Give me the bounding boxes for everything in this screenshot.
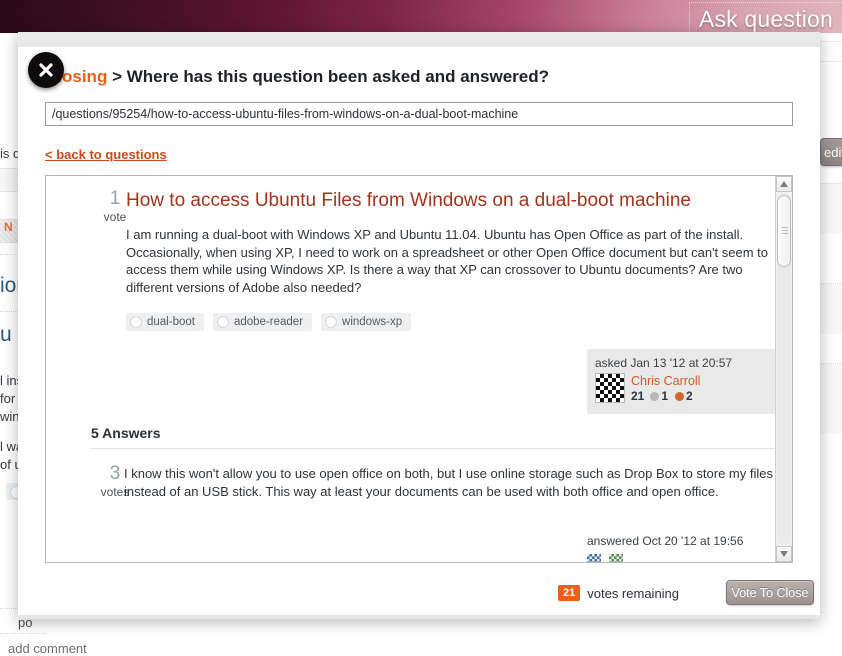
tag-label: windows-xp xyxy=(342,316,402,328)
close-question-dialog: Closing > Where has this question been a… xyxy=(18,32,820,619)
bg-r-greybar-2 xyxy=(818,284,842,334)
tag-windows-xp[interactable]: windows-xp xyxy=(321,313,411,331)
scrollbar-grip-icon xyxy=(782,227,788,234)
question-asked-timestamp: asked Jan 13 '12 at 20:57 xyxy=(595,355,774,371)
bronze-badge-count: 2 xyxy=(686,389,693,404)
tag-adobe-reader[interactable]: adobe-reader xyxy=(213,313,312,331)
silver-badge-count: 1 xyxy=(661,389,668,404)
question-title-link[interactable]: How to access Ubuntu Files from Windows … xyxy=(126,190,691,212)
scroll-up-arrow-icon[interactable] xyxy=(776,176,792,192)
bg-fragment-add-comment[interactable]: add comment xyxy=(0,641,120,656)
bg-divider-6 xyxy=(0,633,46,634)
asker-meta: Chris Carroll 21 1 2 xyxy=(631,373,700,404)
answers-divider xyxy=(91,448,777,449)
bg-r-divider-2 xyxy=(818,61,842,62)
asker-identity-row: Chris Carroll 21 1 2 xyxy=(595,373,774,404)
silver-badge-icon xyxy=(650,392,659,401)
tag-circle-icon xyxy=(130,316,142,328)
scroll-content: 1 vote How to access Ubuntu Files from W… xyxy=(46,176,777,562)
bronze-badge-icon xyxy=(675,392,684,401)
edit-button[interactable]: edit xyxy=(820,138,842,166)
scroll-down-arrow-icon[interactable] xyxy=(776,546,792,562)
tag-circle-icon xyxy=(217,316,229,328)
tag-circle-icon xyxy=(325,316,337,328)
background-right-fragments: edit xyxy=(818,33,842,651)
vote-to-close-button[interactable]: Vote To Close xyxy=(726,580,814,605)
bg-r-greybar-1 xyxy=(818,184,842,234)
question-tag-list: dual-boot adobe-reader windows-xp xyxy=(126,313,411,331)
scrollbar[interactable] xyxy=(775,176,792,562)
votes-remaining-badge: 21 xyxy=(558,585,580,601)
answerer-avatar-partial xyxy=(587,554,601,562)
answerer-avatar-partial-2 xyxy=(609,554,623,562)
scrollbar-thumb[interactable] xyxy=(777,195,791,267)
duplicate-question-scroll-panel: 1 vote How to access Ubuntu Files from W… xyxy=(45,175,793,563)
tag-dual-boot[interactable]: dual-boot xyxy=(126,313,204,331)
question-asker-card: asked Jan 13 '12 at 20:57 Chris Carroll … xyxy=(587,349,777,414)
votes-remaining-label: votes remaining xyxy=(587,586,679,601)
answers-heading: 5 Answers xyxy=(91,425,161,441)
back-to-questions-link[interactable]: < back to questions xyxy=(45,147,167,162)
asker-reputation: 21 xyxy=(631,389,644,404)
asker-reputation-row: 21 1 2 xyxy=(631,389,700,404)
dialog-bottom-bar xyxy=(18,615,820,619)
tag-label: dual-boot xyxy=(147,316,195,328)
dialog-top-bar xyxy=(18,32,820,47)
avatar xyxy=(595,373,625,403)
dialog-title-rest: > Where has this question been asked and… xyxy=(112,67,549,86)
question-url-input[interactable] xyxy=(45,102,793,126)
asker-name-link[interactable]: Chris Carroll xyxy=(631,374,700,388)
close-icon[interactable] xyxy=(28,52,64,88)
answer-body: I know this won't allow you to use open … xyxy=(124,465,777,500)
bg-r-divider-1 xyxy=(818,41,842,42)
question-body: I am running a dual-boot with Windows XP… xyxy=(126,226,771,296)
tag-label: adobe-reader xyxy=(234,316,303,328)
answer-answered-timestamp: answered Oct 20 '12 at 19:56 xyxy=(587,534,743,548)
dialog-body: Closing > Where has this question been a… xyxy=(18,47,820,615)
bg-r-greybar-3 xyxy=(818,364,842,434)
question-vote-label: vote xyxy=(91,210,139,224)
votes-remaining-group: 21 votes remaining xyxy=(558,585,679,601)
dialog-title: Closing > Where has this question been a… xyxy=(45,67,549,87)
